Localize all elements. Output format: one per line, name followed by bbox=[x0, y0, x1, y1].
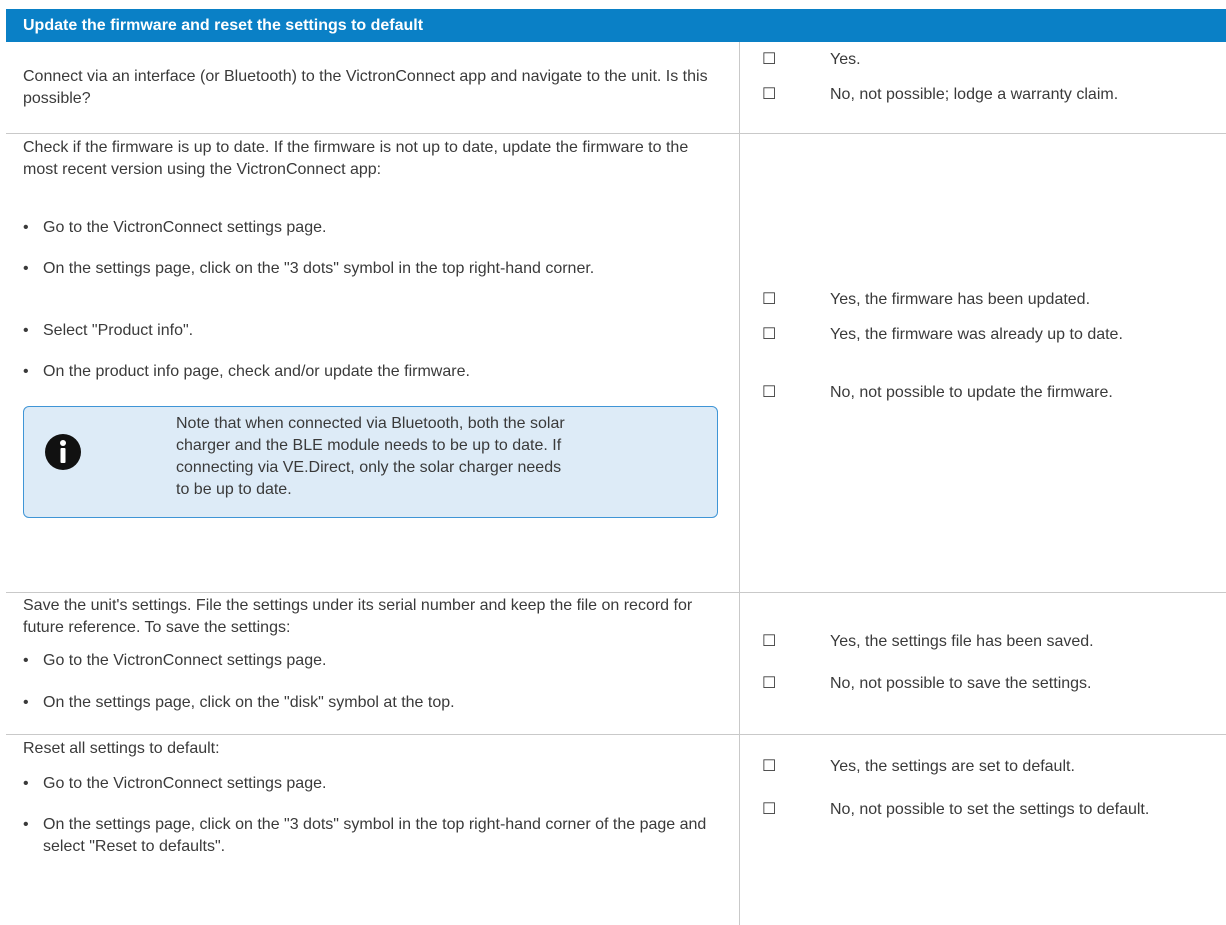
list-item-text: On the settings page, click on the "3 do… bbox=[43, 260, 595, 277]
option-label: No, not possible; lodge a warranty claim… bbox=[830, 86, 1119, 103]
table-row-connect: Connect via an interface (or Bluetooth) … bbox=[6, 42, 1226, 134]
bullet-mark: • bbox=[23, 816, 29, 833]
table-header-title: Update the firmware and reset the settin… bbox=[23, 17, 424, 34]
options-cell: ☐ Yes, the settings are set to default. … bbox=[740, 735, 1226, 925]
option-label: Yes, the firmware was already up to date… bbox=[830, 326, 1123, 343]
list-item: • Go to the VictronConnect settings page… bbox=[23, 217, 723, 239]
option-label: No, not possible to update the firmware. bbox=[830, 384, 1113, 401]
bullet-mark: • bbox=[23, 260, 29, 277]
option-label: Yes. bbox=[830, 51, 861, 68]
list-item-text: Go to the VictronConnect settings page. bbox=[43, 775, 327, 792]
list-item-text: On the product info page, check and/or u… bbox=[43, 363, 470, 380]
list-item: • On the product info page, check and/or… bbox=[23, 361, 723, 383]
checkbox[interactable]: ☐ bbox=[762, 289, 776, 311]
step-text: Connect via an interface (or Bluetooth) … bbox=[23, 68, 708, 107]
list-item: • On the settings page, click on the "3 … bbox=[23, 814, 723, 858]
list-item: • On the settings page, click on the "di… bbox=[23, 692, 723, 714]
step-text: Check if the firmware is up to date. If … bbox=[23, 139, 689, 178]
step-text: Reset all settings to default: bbox=[23, 740, 220, 757]
list-item-text: Go to the VictronConnect settings page. bbox=[43, 652, 327, 669]
table-row-firmware: Check if the firmware is up to date. If … bbox=[6, 134, 1226, 593]
checkbox[interactable]: ☐ bbox=[762, 799, 776, 821]
bullet-mark: • bbox=[23, 363, 29, 380]
step-cell: Save the unit's settings. File the setti… bbox=[6, 593, 740, 734]
list-item-text: On the settings page, click on the "3 do… bbox=[43, 816, 707, 855]
option-label: No, not possible to save the settings. bbox=[830, 675, 1092, 692]
checkbox[interactable]: ☐ bbox=[762, 756, 776, 778]
list-item: • On the settings page, click on the "3 … bbox=[23, 258, 723, 280]
step-cell: Check if the firmware is up to date. If … bbox=[6, 134, 740, 592]
step-cell: Reset all settings to default: • Go to t… bbox=[6, 735, 740, 925]
table-row-reset-settings: Reset all settings to default: • Go to t… bbox=[6, 735, 1226, 925]
table-header: Update the firmware and reset the settin… bbox=[6, 9, 1226, 42]
note-callout: Note that when connected via Bluetooth, … bbox=[23, 406, 718, 518]
list-item: • Go to the VictronConnect settings page… bbox=[23, 650, 723, 672]
checkbox[interactable]: ☐ bbox=[762, 49, 776, 71]
checkbox[interactable]: ☐ bbox=[762, 673, 776, 695]
checkbox[interactable]: ☐ bbox=[762, 84, 776, 106]
bullet-mark: • bbox=[23, 322, 29, 339]
checkbox[interactable]: ☐ bbox=[762, 631, 776, 653]
checkbox[interactable]: ☐ bbox=[762, 324, 776, 346]
options-cell: ☐ Yes, the firmware has been updated. ☐ … bbox=[740, 134, 1226, 592]
bullet-mark: • bbox=[23, 219, 29, 236]
options-cell: ☐ Yes. ☐ No, not possible; lodge a warra… bbox=[740, 42, 1226, 133]
checklist-page: Update the firmware and reset the settin… bbox=[0, 0, 1226, 925]
option-label: No, not possible to set the settings to … bbox=[830, 801, 1150, 818]
checklist-table: Update the firmware and reset the settin… bbox=[6, 9, 1226, 925]
bullet-mark: • bbox=[23, 694, 29, 711]
option-label: Yes, the settings file has been saved. bbox=[830, 633, 1094, 650]
list-item: • Select "Product info". bbox=[23, 320, 723, 342]
list-item-text: On the settings page, click on the "disk… bbox=[43, 694, 455, 711]
list-item-text: Select "Product info". bbox=[43, 322, 194, 339]
info-icon bbox=[45, 434, 81, 470]
step-text: Save the unit's settings. File the setti… bbox=[23, 597, 693, 636]
options-cell: ☐ Yes, the settings file has been saved.… bbox=[740, 593, 1226, 734]
bullet-mark: • bbox=[23, 775, 29, 792]
note-text: Note that when connected via Bluetooth, … bbox=[176, 415, 565, 498]
list-item-text: Go to the VictronConnect settings page. bbox=[43, 219, 327, 236]
option-label: Yes, the settings are set to default. bbox=[830, 758, 1075, 775]
checkbox[interactable]: ☐ bbox=[762, 382, 776, 404]
step-cell: Connect via an interface (or Bluetooth) … bbox=[6, 42, 740, 133]
bullet-mark: • bbox=[23, 652, 29, 669]
option-label: Yes, the firmware has been updated. bbox=[830, 291, 1091, 308]
list-item: • Go to the VictronConnect settings page… bbox=[23, 773, 723, 795]
table-row-save-settings: Save the unit's settings. File the setti… bbox=[6, 593, 1226, 735]
